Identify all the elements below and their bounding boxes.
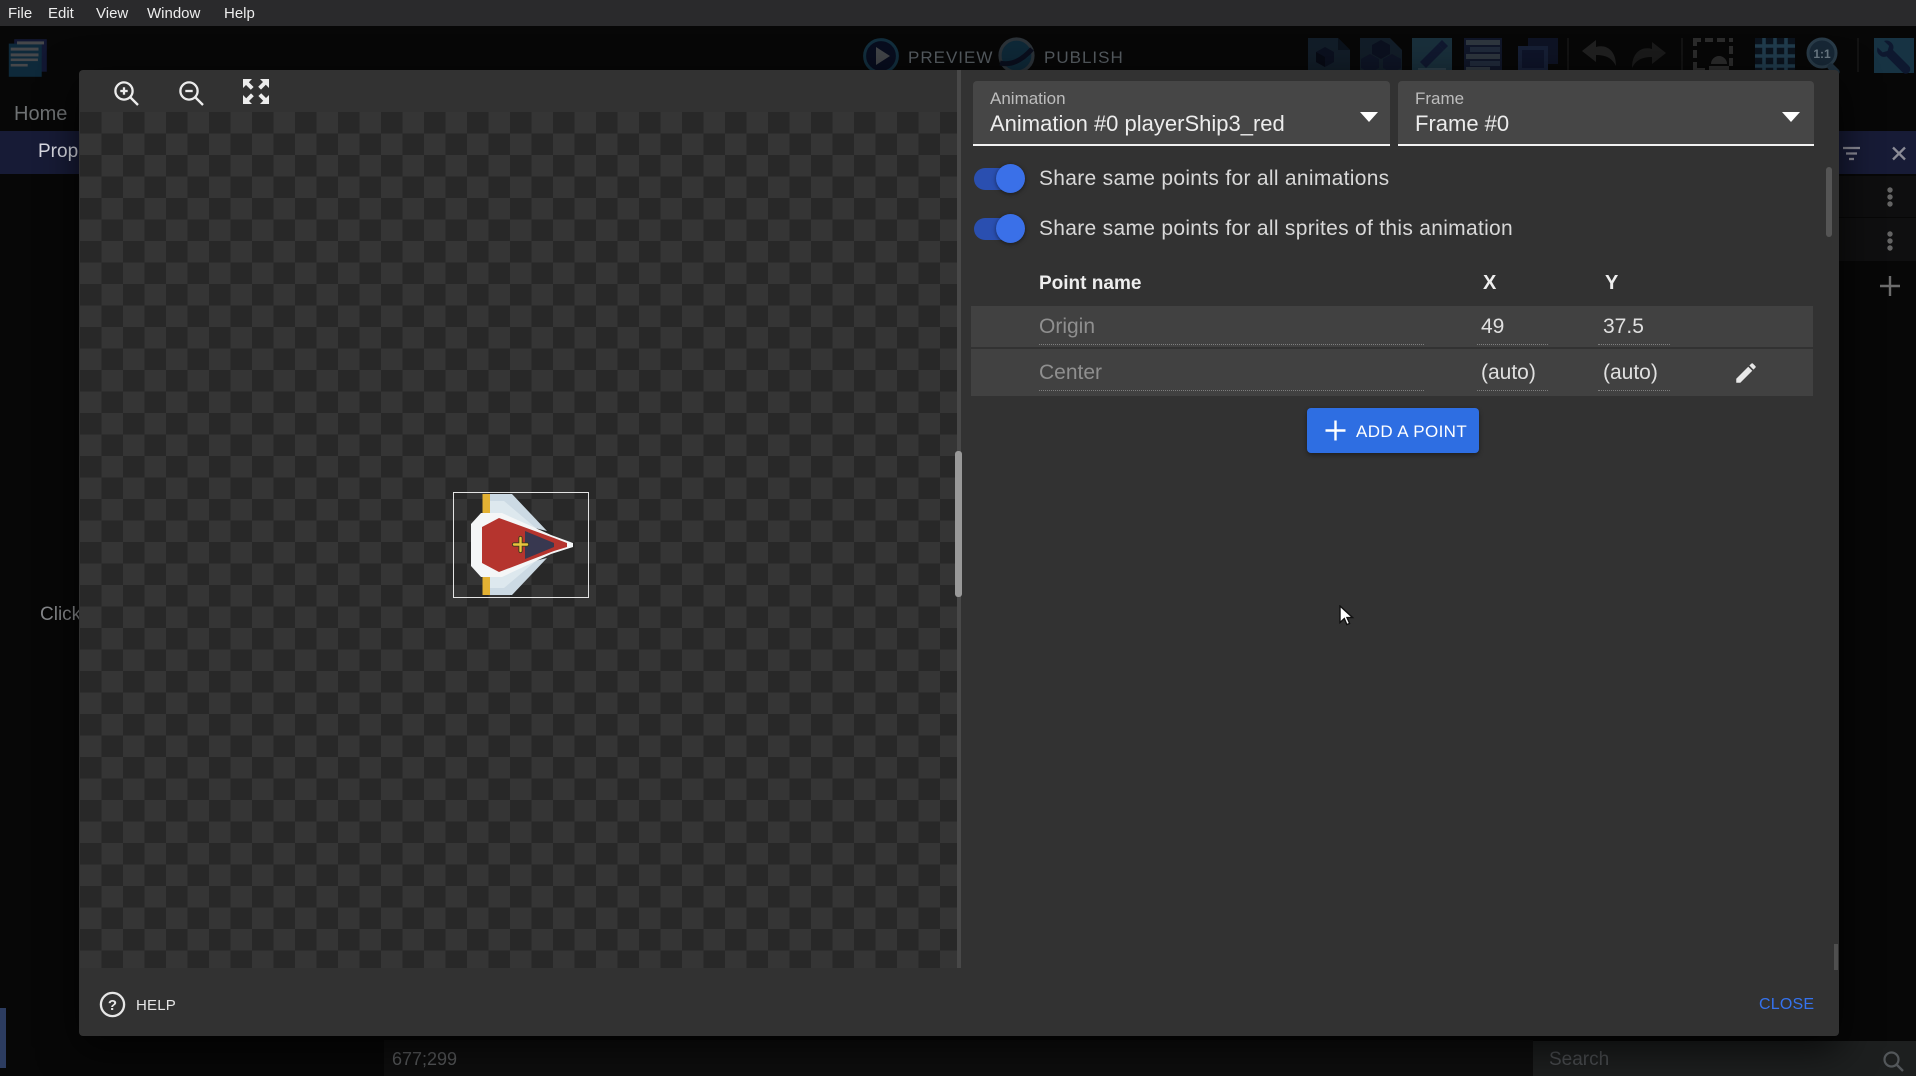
svg-text:1:1: 1:1 bbox=[1813, 47, 1831, 61]
svg-text:?: ? bbox=[108, 997, 117, 1014]
